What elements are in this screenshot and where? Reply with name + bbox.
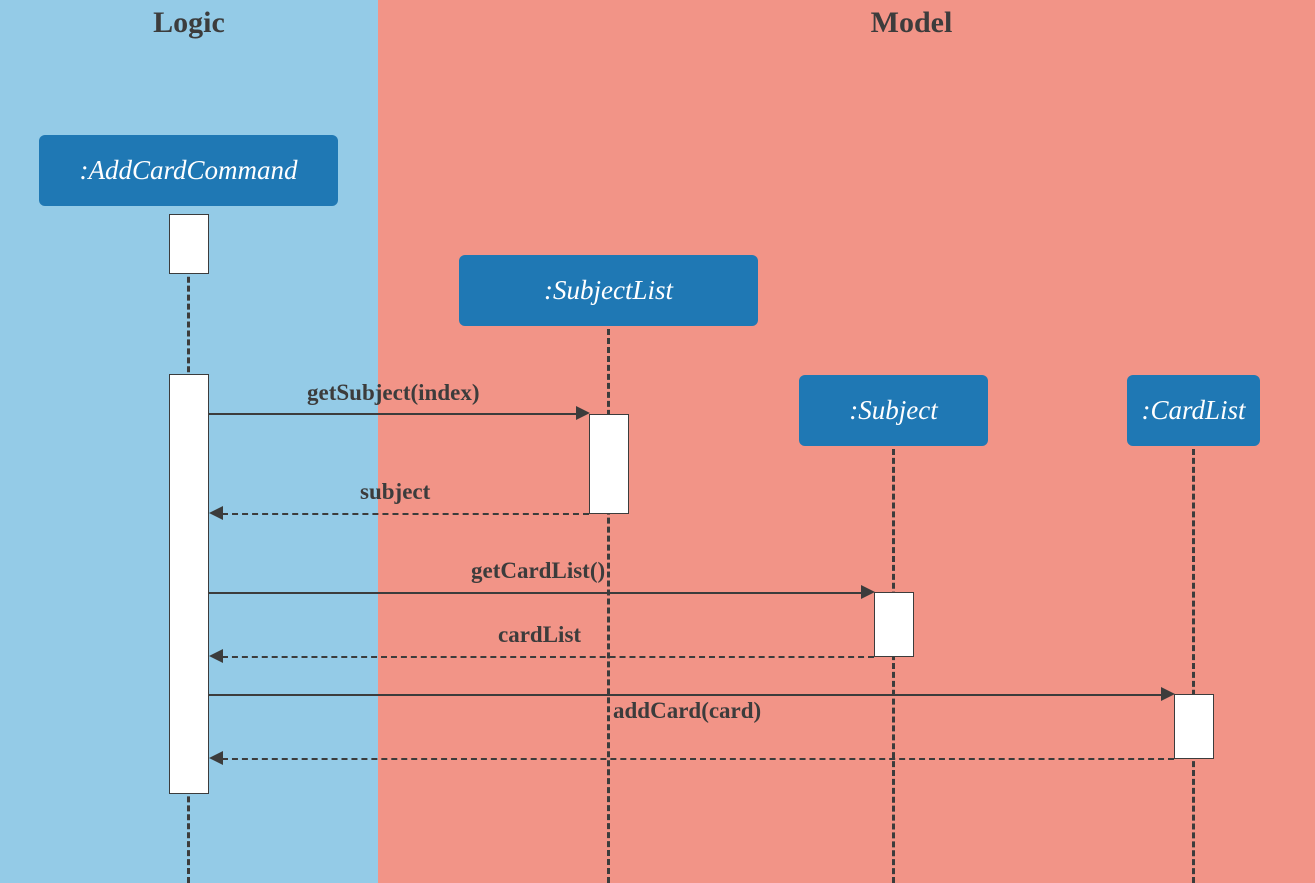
activation-cardlist bbox=[1174, 694, 1214, 759]
lifeline-subject bbox=[892, 449, 895, 883]
participant-addcardcommand: :AddCardCommand bbox=[39, 135, 338, 206]
msg-getcardlist-label: getCardList() bbox=[471, 558, 605, 584]
region-model-title: Model bbox=[378, 0, 1315, 40]
msg-getsubject-arrow bbox=[576, 406, 590, 420]
msg-addcard-arrow bbox=[1161, 687, 1175, 701]
msg-addcard-label: addCard(card) bbox=[613, 698, 761, 724]
msg-subject-return-arrow bbox=[209, 506, 223, 520]
participant-subject: :Subject bbox=[799, 375, 988, 446]
participant-subjectlist: :SubjectList bbox=[459, 255, 758, 326]
msg-getcardlist-line bbox=[209, 592, 870, 594]
msg-addcard-line bbox=[209, 694, 1170, 696]
lifeline-cardlist bbox=[1192, 449, 1195, 883]
msg-getcardlist-arrow bbox=[861, 585, 875, 599]
msg-getsubject-line bbox=[209, 413, 585, 415]
msg-cardlist-return-arrow bbox=[209, 649, 223, 663]
msg-addcard-return-arrow bbox=[209, 751, 223, 765]
activation-addcardcommand-main bbox=[169, 374, 209, 794]
participant-cardlist: :CardList bbox=[1127, 375, 1260, 446]
msg-subject-return-line bbox=[222, 513, 589, 515]
lifeline-subjectlist bbox=[607, 329, 610, 883]
activation-addcardcommand-initial bbox=[169, 214, 209, 274]
msg-subject-return-label: subject bbox=[360, 479, 430, 505]
msg-getsubject-label: getSubject(index) bbox=[307, 380, 479, 406]
msg-addcard-return-line bbox=[222, 758, 1174, 760]
msg-cardlist-return-label: cardList bbox=[498, 622, 581, 648]
msg-cardlist-return-line bbox=[222, 656, 874, 658]
region-logic-title: Logic bbox=[0, 0, 378, 40]
activation-subject bbox=[874, 592, 914, 657]
activation-subjectlist bbox=[589, 414, 629, 514]
